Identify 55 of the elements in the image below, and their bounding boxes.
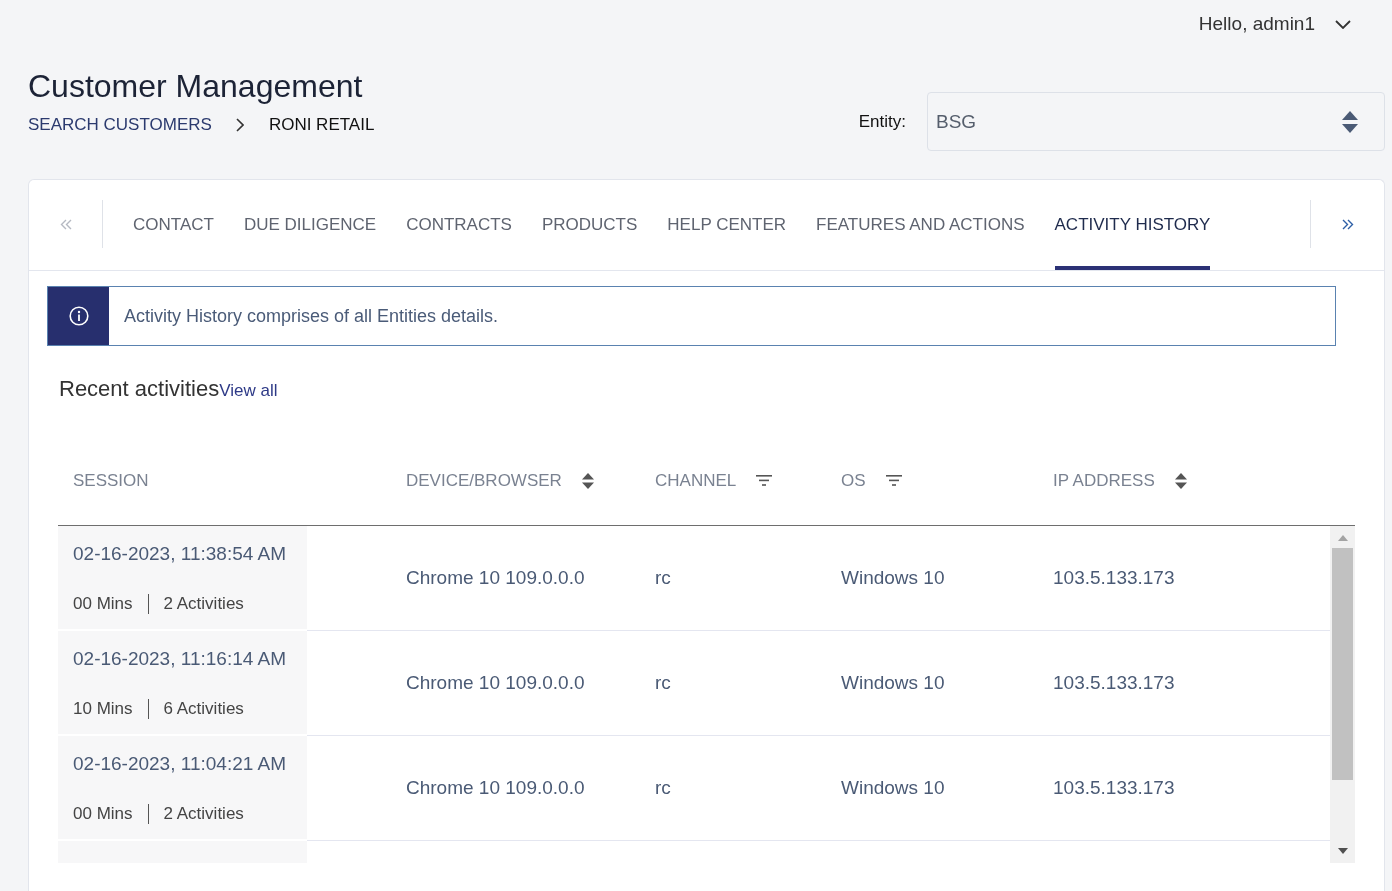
ip-address-cell-text: 103.5.133.173 bbox=[1052, 567, 1176, 589]
device-cell-text: Chrome 10 109.0.0.0 bbox=[405, 777, 586, 799]
session-duration: 00 Mins bbox=[73, 594, 133, 614]
channel-cell-text: rc bbox=[654, 777, 672, 799]
tab[interactable]: CONTACT bbox=[133, 180, 214, 270]
user-menu-button[interactable]: Hello, admin1 bbox=[1198, 13, 1351, 35]
ip-address-cell-text: 103.5.133.173 bbox=[1052, 672, 1176, 694]
breadcrumb-link[interactable]: SEARCH CUSTOMERS bbox=[28, 114, 212, 136]
column-header: OS bbox=[841, 470, 866, 491]
scroll-down-icon[interactable] bbox=[1337, 848, 1348, 854]
device-cell-text: Chrome 10 109.0.0.0 bbox=[405, 567, 586, 589]
sort-arrows-icon bbox=[1342, 110, 1358, 133]
channel-cell-text: rc bbox=[654, 672, 672, 694]
tab[interactable]: HELP CENTER bbox=[667, 180, 787, 270]
double-chevron-left-icon bbox=[59, 218, 72, 230]
session-date: 02-16-2023, 11:38:54 AM bbox=[73, 542, 288, 566]
info-message: Activity History comprises of all Entities details. bbox=[123, 305, 499, 327]
activity-count: 6 Activities bbox=[163, 699, 244, 719]
activity-count: 2 Activities bbox=[163, 804, 244, 824]
os-cell-text: Windows 10 bbox=[840, 672, 946, 694]
tab[interactable]: DUE DILIGENCE bbox=[243, 180, 377, 270]
info-icon bbox=[68, 306, 89, 326]
chevron-down-icon bbox=[1335, 19, 1351, 29]
session-date: 02-16-2023, 11:04:21 AM bbox=[73, 752, 288, 776]
sort-icon[interactable] bbox=[1174, 472, 1187, 489]
page-title: Customer Management bbox=[28, 67, 364, 105]
tab[interactable]: FEATURES AND ACTIONS bbox=[816, 180, 1025, 270]
tab[interactable]: CONTRACTS bbox=[406, 180, 512, 270]
double-chevron-right-icon bbox=[1341, 218, 1354, 230]
breadcrumb-current: RONI RETAIL bbox=[268, 114, 375, 136]
tab[interactable]: PRODUCTS bbox=[541, 180, 638, 270]
column-header: SESSION bbox=[73, 470, 149, 491]
scrollbar-track[interactable] bbox=[1330, 526, 1355, 863]
session-duration: 10 Mins bbox=[73, 699, 133, 719]
session-duration: 00 Mins bbox=[73, 804, 133, 824]
column-header: CHANNEL bbox=[655, 470, 737, 491]
entity-select[interactable]: BSG bbox=[927, 92, 1385, 151]
section-title: Recent activities bbox=[59, 376, 220, 402]
os-cell-text: Windows 10 bbox=[840, 777, 946, 799]
session-date: 02-16-2023, 11:16:14 AM bbox=[73, 647, 288, 671]
sort-icon[interactable] bbox=[581, 472, 594, 489]
tab[interactable]: ACTIVITY HISTORY bbox=[1054, 180, 1211, 270]
column-header: IP ADDRESS bbox=[1053, 470, 1155, 491]
ip-address-cell-text: 103.5.133.173 bbox=[1052, 777, 1176, 799]
filter-icon[interactable] bbox=[756, 475, 773, 486]
channel-cell-text: rc bbox=[654, 567, 672, 589]
view-all-link[interactable]: View all bbox=[219, 381, 278, 401]
activity-count: 2 Activities bbox=[163, 594, 244, 614]
os-cell-text: Windows 10 bbox=[840, 567, 946, 589]
scrollbar-thumb[interactable] bbox=[1332, 548, 1353, 780]
chevron-right-icon bbox=[235, 118, 244, 132]
column-header: DEVICE/BROWSER bbox=[406, 470, 562, 491]
filter-icon[interactable] bbox=[885, 475, 902, 486]
entity-label: Entity: bbox=[858, 111, 906, 132]
device-cell-text: Chrome 10 109.0.0.0 bbox=[405, 672, 586, 694]
